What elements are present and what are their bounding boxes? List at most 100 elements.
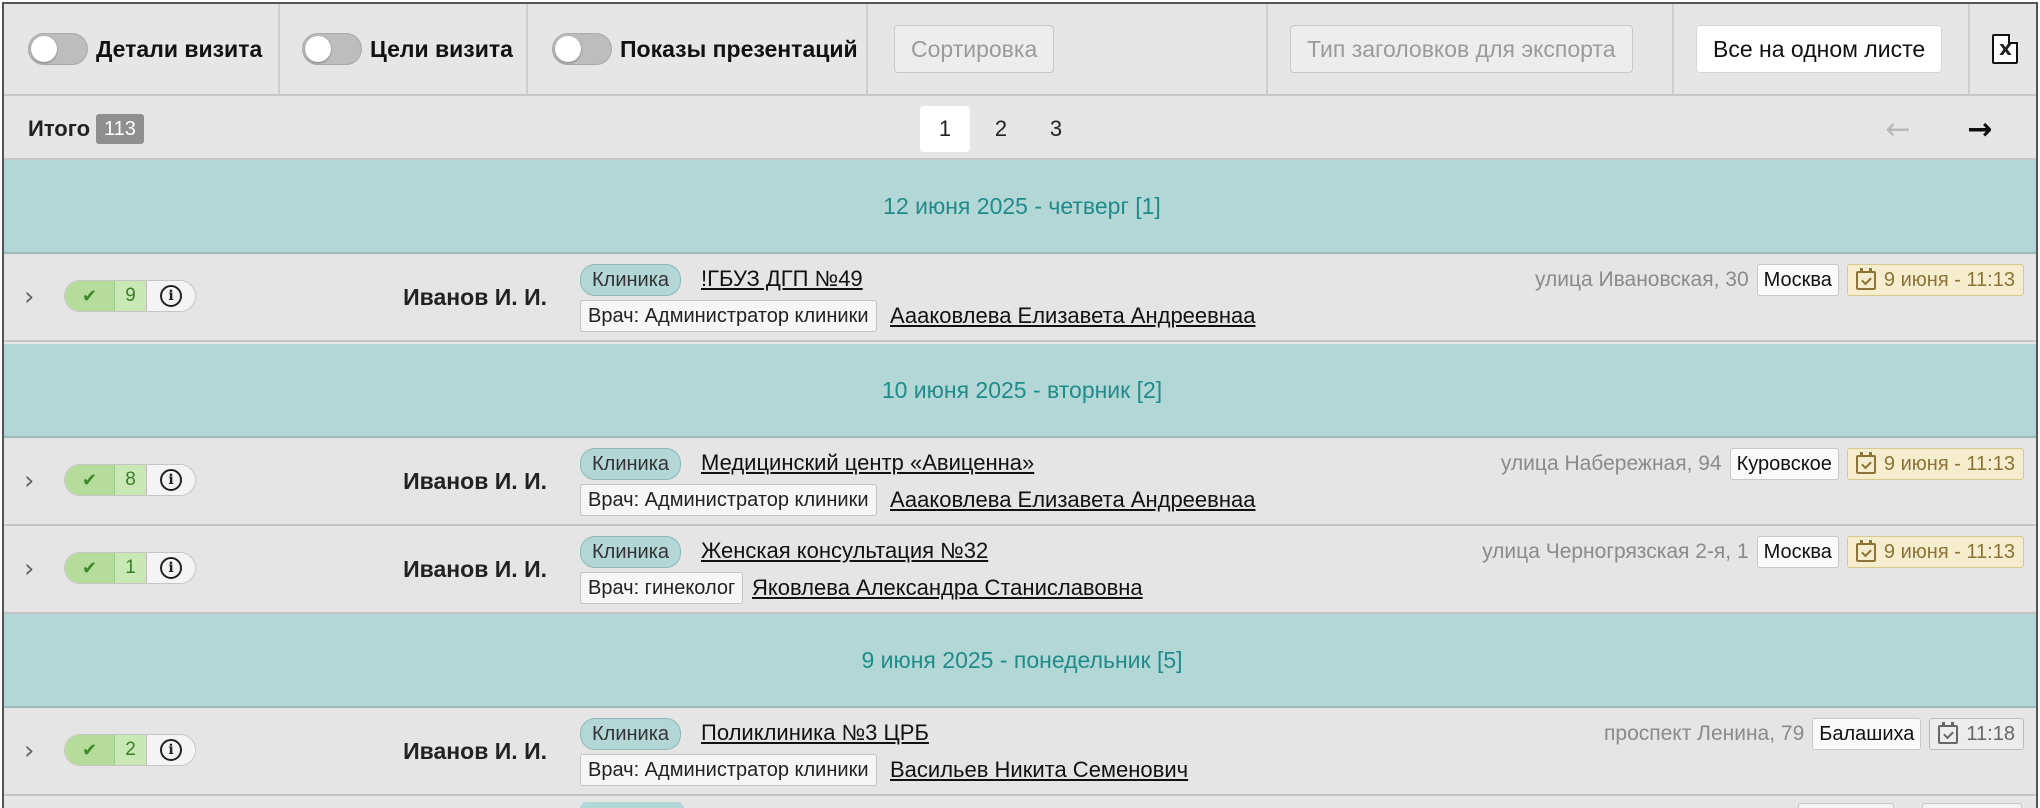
check-icon: ✔ — [65, 553, 115, 583]
toggle-switch[interactable] — [552, 33, 612, 65]
visit-row[interactable]: › ✔ 1 i Иванов И. И. Клиника Женская кон… — [4, 526, 2036, 614]
doctor-link[interactable]: Аааковлева Елизавета Андреевнаа — [890, 487, 1255, 513]
export-header-type-button[interactable]: Тип заголовков для экспорта — [1290, 25, 1633, 73]
city-badge: Куровское — [1729, 448, 1839, 480]
arrow-left-icon[interactable]: ← — [1878, 106, 1918, 152]
visit-count: 1 — [115, 553, 147, 583]
visit-meta: улица Черногрязская 2-я, 1 Москва 9 июня… — [1482, 536, 2024, 568]
city-badge: Москва — [1756, 536, 1839, 568]
info-icon[interactable]: i — [160, 285, 182, 307]
toggle-switch[interactable] — [302, 33, 362, 65]
total-count-badge: 113 — [96, 114, 144, 144]
visit-row-partial — [4, 800, 2036, 808]
visit-status: ✔ 8 i — [64, 464, 196, 496]
total-label: Итого — [28, 116, 91, 141]
visit-meta: проспект Ленина, 79 Балашиха 11:18 — [1604, 718, 2024, 750]
visit-status: ✔ 9 i — [64, 280, 196, 312]
city-badge-partial — [1798, 803, 1894, 808]
visit-count: 8 — [115, 465, 147, 495]
calendar-check-icon — [1855, 267, 1876, 290]
doctor-tag: Врач: Администратор клиники — [580, 300, 877, 332]
date-group-header: 12 июня 2025 - четверг [1] — [4, 160, 2036, 254]
toggle-visit-details[interactable]: Детали визита — [4, 4, 280, 94]
doctor-link[interactable]: Яковлева Александра Станиславовна — [752, 575, 1143, 601]
visit-meta: улица Набережная, 94 Куровское 9 июня - … — [1501, 448, 2024, 480]
visit-time: 9 июня - 11:13 — [1883, 268, 2015, 291]
export-excel-button[interactable] — [1970, 4, 2036, 94]
clinic-tag-partial — [580, 802, 684, 808]
doctor-tag: Врач: Администратор клиники — [580, 754, 877, 786]
street-address: улица Набережная, 94 — [1500, 452, 1722, 475]
info-button[interactable]: i — [147, 281, 195, 311]
chevron-right-icon[interactable]: › — [24, 736, 34, 766]
clinic-tag: Клиника — [580, 448, 682, 480]
street-address: улица Ивановская, 30 — [1534, 268, 1749, 291]
author-name: Иванов И. И. — [403, 284, 547, 310]
city-badge: Москва — [1756, 264, 1839, 296]
page-1-button[interactable]: 1 — [920, 106, 970, 152]
arrow-right-icon[interactable]: → — [1960, 106, 2000, 152]
toggle-label: Детали визита — [96, 35, 263, 62]
info-button[interactable]: i — [147, 735, 195, 765]
visit-time-badge: 9 июня - 11:13 — [1846, 264, 2024, 296]
clinic-tag: Клиника — [580, 718, 682, 750]
visit-time-badge: 11:18 — [1929, 718, 2024, 750]
clinic-link[interactable]: Женская консультация №32 — [701, 538, 988, 564]
info-icon[interactable]: i — [160, 557, 182, 579]
visit-row[interactable]: › ✔ 2 i Иванов И. И. Клиника Поликлиника… — [4, 708, 2036, 796]
city-badge: Балашиха — [1812, 718, 1922, 750]
export-header-cell: Тип заголовков для экспорта — [1268, 4, 1674, 94]
doctor-link[interactable]: Аааковлева Елизавета Андреевнаа — [890, 303, 1255, 329]
visit-row[interactable]: › ✔ 8 i Иванов И. И. Клиника Медицинский… — [4, 438, 2036, 526]
visit-row[interactable]: › ✔ 9 i Иванов И. И. Клиника !ГБУЗ ДГП №… — [4, 254, 2036, 342]
clinic-link[interactable]: !ГБУЗ ДГП №49 — [701, 266, 863, 292]
calendar-check-icon — [1855, 539, 1876, 562]
page-3-button[interactable]: 3 — [1031, 106, 1081, 152]
street-address: улица Черногрязская 2-я, 1 — [1482, 540, 1749, 563]
visit-time: 9 июня - 11:13 — [1883, 452, 2015, 475]
visit-count: 2 — [115, 735, 147, 765]
clinic-link[interactable]: Поликлиника №3 ЦРБ — [701, 720, 929, 746]
doctor-tag: Врач: гинеколог — [580, 572, 744, 604]
toggle-label: Показы презентаций — [620, 35, 858, 62]
visit-count: 9 — [115, 281, 147, 311]
visit-time-badge: 9 июня - 11:13 — [1846, 536, 2024, 568]
info-icon[interactable]: i — [160, 469, 182, 491]
check-icon: ✔ — [65, 735, 115, 765]
calendar-check-icon — [1938, 721, 1959, 744]
info-button[interactable]: i — [147, 553, 195, 583]
visits-panel: Детали визита Цели визита Показы презент… — [2, 2, 2038, 808]
clinic-tag: Клиника — [580, 264, 682, 296]
sort-cell: Сортировка — [868, 4, 1268, 94]
toggle-presentations[interactable]: Показы презентаций — [528, 4, 868, 94]
date-group-header: 9 июня 2025 - понедельник [5] — [4, 614, 2036, 708]
street-address: проспект Ленина, 79 — [1604, 722, 1805, 745]
visit-time: 11:18 — [1966, 722, 2015, 745]
info-icon[interactable]: i — [160, 739, 182, 761]
visit-meta: улица Ивановская, 30 Москва 9 июня - 11:… — [1535, 264, 2024, 296]
clinic-tag: Клиника — [580, 536, 682, 568]
toggle-switch[interactable] — [28, 33, 88, 65]
clinic-link[interactable]: Медицинский центр «Авиценна» — [701, 450, 1034, 476]
time-badge-partial — [1922, 803, 2022, 808]
chevron-right-icon[interactable]: › — [24, 282, 34, 312]
visit-status: ✔ 2 i — [64, 734, 196, 766]
author-name: Иванов И. И. — [403, 738, 547, 764]
doctor-link[interactable]: Васильев Никита Семенович — [890, 757, 1188, 783]
toggle-label: Цели визита — [370, 35, 513, 62]
excel-icon[interactable] — [1992, 34, 2018, 64]
all-on-one-sheet-button[interactable]: Все на одном листе — [1696, 25, 1943, 73]
sort-button[interactable]: Сортировка — [894, 25, 1055, 73]
toggle-visit-goals[interactable]: Цели визита — [280, 4, 528, 94]
date-group-header: 10 июня 2025 - вторник [2] — [4, 344, 2036, 438]
check-icon: ✔ — [65, 281, 115, 311]
check-icon: ✔ — [65, 465, 115, 495]
info-button[interactable]: i — [147, 465, 195, 495]
author-name: Иванов И. И. — [403, 468, 547, 494]
pager-bar: Итого 113 1 2 3 ← → — [4, 96, 2036, 160]
toolbar: Детали визита Цели визита Показы презент… — [4, 4, 2036, 96]
page-2-button[interactable]: 2 — [976, 106, 1026, 152]
chevron-right-icon[interactable]: › — [24, 554, 34, 584]
chevron-right-icon[interactable]: › — [24, 466, 34, 496]
visit-status: ✔ 1 i — [64, 552, 196, 584]
